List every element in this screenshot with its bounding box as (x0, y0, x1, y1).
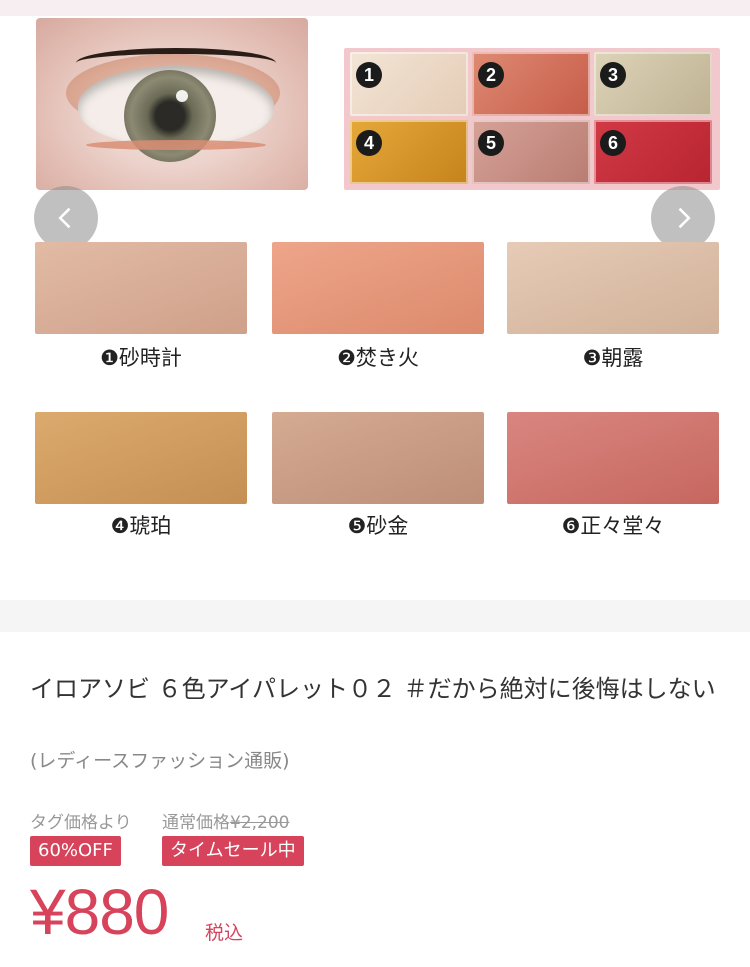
palette-pan-1: 1 (350, 52, 468, 116)
color-swatch-2 (272, 242, 484, 334)
palette-pan-4: 4 (350, 120, 468, 184)
regular-price-value: ¥2,200 (230, 813, 290, 833)
pan-number: 3 (600, 62, 626, 88)
swatch-label: ❺砂金 (347, 514, 409, 538)
palette-pan-2: 2 (472, 52, 590, 116)
regular-price: 通常価格¥2,200 (162, 808, 289, 833)
top-banner-strip (0, 0, 750, 16)
swatch-label: ❷焚き火 (337, 346, 419, 370)
product-category: (レディースファッション通販) (30, 750, 290, 772)
sale-price: ¥880 (30, 876, 169, 948)
eyeshadow-palette-image: 1 2 3 4 5 6 (344, 48, 720, 190)
pan-number: 5 (478, 130, 504, 156)
chevron-left-icon (58, 207, 71, 229)
swatch-label: ❶砂時計 (100, 346, 182, 370)
palette-pan-5: 5 (472, 120, 590, 184)
gallery-next-button[interactable] (651, 186, 715, 250)
swatch-label: ❻正々堂々 (561, 514, 665, 538)
swatch-label: ❸朝露 (582, 346, 644, 370)
pan-number: 4 (356, 130, 382, 156)
chevron-right-icon (678, 207, 691, 229)
time-sale-badge: タイムセール中 (162, 836, 304, 866)
pan-number: 6 (600, 130, 626, 156)
swatch-label: ❹琥珀 (110, 514, 172, 538)
discount-badge: 60%OFF (30, 836, 121, 866)
gallery-prev-button[interactable] (34, 186, 98, 250)
color-swatch-1 (35, 242, 247, 334)
pan-number: 1 (356, 62, 382, 88)
color-swatch-6 (507, 412, 719, 504)
palette-pan-3: 3 (594, 52, 712, 116)
eye-makeup-photo (36, 18, 308, 190)
color-swatch-5 (272, 412, 484, 504)
color-swatch-3 (507, 242, 719, 334)
section-divider (0, 600, 750, 632)
product-image-gallery[interactable]: 1 2 3 4 5 6 ❶砂時計 ❷焚き火 ❸朝露 ❹琥珀 ❺砂金 ❻正々堂々 (0, 0, 750, 600)
product-title: イロアソビ ６色アイパレット０２ ＃だから絶対に後悔はしない (30, 675, 716, 703)
pan-number: 2 (478, 62, 504, 88)
palette-pan-6: 6 (594, 120, 712, 184)
tax-included-label: 税込 (205, 922, 244, 944)
regular-price-label: 通常価格 (162, 813, 230, 833)
tag-price-label: タグ価格より (30, 813, 132, 833)
color-swatch-4 (35, 412, 247, 504)
